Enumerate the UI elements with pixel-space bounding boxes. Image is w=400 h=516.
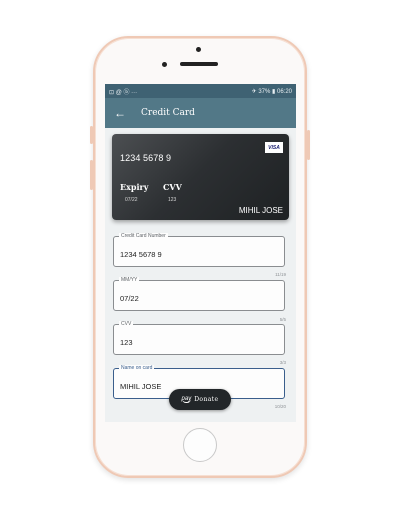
expiry-label: Expiry xyxy=(120,182,149,192)
card-number-field-label: Credit Card Number xyxy=(119,233,168,239)
visa-logo-icon: VISA xyxy=(265,142,283,153)
donate-button-label: Donate xyxy=(194,396,219,403)
card-number-input[interactable]: 1234 5678 9 xyxy=(120,250,162,259)
phone-side-button xyxy=(90,126,93,144)
phone-power-button xyxy=(307,130,310,160)
card-holder-name: MIHIL JOSE xyxy=(238,206,283,215)
phone-volume-up xyxy=(90,160,93,190)
expiry-field-label: MM/YY xyxy=(119,277,140,283)
app-bar: ← Credit Card xyxy=(105,98,296,128)
earpiece-speaker xyxy=(180,62,218,66)
credit-card-preview: VISA 1234 5678 9 Expiry CVV 07/22 123 MI… xyxy=(112,134,289,220)
cvv-value: 123 xyxy=(168,197,177,203)
status-bar: ⊡ @ ⓑ ··· ✈ 37% ▮ 06:20 xyxy=(105,84,296,98)
amazon-pay-icon: pay xyxy=(181,396,192,403)
expiry-input[interactable]: 07/22 xyxy=(120,294,139,303)
name-on-card-counter: 10/20 xyxy=(274,404,286,409)
front-camera xyxy=(196,47,201,52)
home-button[interactable] xyxy=(183,428,217,462)
page-title: Credit Card xyxy=(141,108,195,118)
card-number-display: 1234 5678 9 xyxy=(120,153,172,163)
expiry-value: 07/22 xyxy=(125,197,138,203)
card-number-field[interactable]: Credit Card Number 1234 5678 9 xyxy=(113,233,285,267)
expiry-field[interactable]: MM/YY 07/22 xyxy=(113,277,285,311)
name-on-card-input[interactable]: MIHIL JOSE xyxy=(120,382,161,391)
card-number-counter: 11/19 xyxy=(275,272,286,277)
expiry-counter: 5/5 xyxy=(279,317,286,322)
cvv-input[interactable]: 123 xyxy=(120,338,133,347)
proximity-sensor xyxy=(162,62,167,67)
donate-button[interactable]: pay Donate xyxy=(169,389,231,410)
cvv-field-label: CVV xyxy=(119,321,134,327)
notification-icons: ⊡ @ ⓑ ··· xyxy=(109,89,138,96)
app-screen: ⊡ @ ⓑ ··· ✈ 37% ▮ 06:20 ← Credit Card VI… xyxy=(105,84,296,422)
cvv-label: CVV xyxy=(163,182,182,192)
status-system-info: ✈ 37% ▮ 06:20 xyxy=(252,88,292,95)
cvv-counter: 3/3 xyxy=(279,360,286,365)
arrow-back-icon[interactable]: ← xyxy=(114,106,130,120)
name-on-card-field-label: Name on card xyxy=(119,365,155,371)
cvv-field[interactable]: CVV 123 xyxy=(113,321,285,355)
battery-time-text: ✈ 37% ▮ 06:20 xyxy=(251,88,292,95)
status-notification-icons: ⊡ @ ⓑ ··· xyxy=(109,87,137,96)
